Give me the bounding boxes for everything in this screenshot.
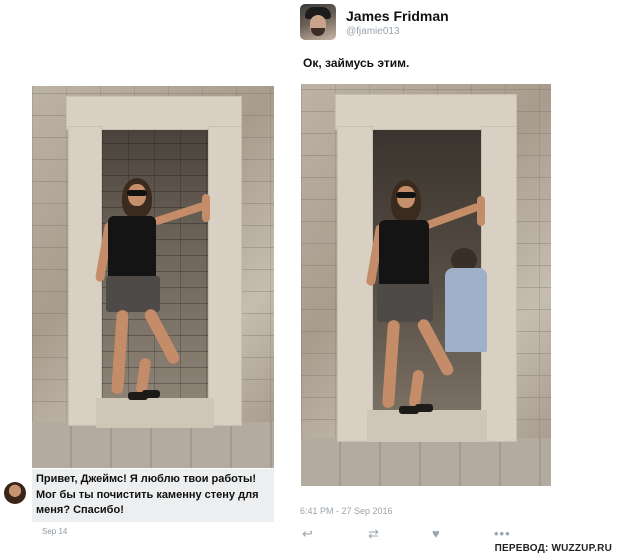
- author-handle[interactable]: @fjamie013: [346, 26, 400, 37]
- author-name[interactable]: James Fridman: [346, 8, 449, 24]
- like-icon[interactable]: ♥: [432, 527, 440, 541]
- tweet-text: Ок, займусь этим.: [303, 56, 410, 70]
- comment-bubble: Привет, Джеймс! Я люблю твои работы! Мог…: [32, 469, 274, 522]
- reply-icon[interactable]: ↩: [302, 527, 313, 541]
- more-icon[interactable]: •••: [494, 527, 511, 541]
- comment-date: Sep 14: [42, 527, 68, 536]
- commenter-avatar[interactable]: [4, 482, 26, 504]
- comment-text: Привет, Джеймс! Я люблю твои работы! Мог…: [36, 473, 259, 516]
- original-photo: [32, 86, 274, 468]
- retweet-icon[interactable]: ⇄: [368, 527, 379, 541]
- translation-credit: ПЕРЕВОД: WUZZUP.RU: [494, 543, 612, 554]
- edited-photo: [301, 84, 551, 486]
- author-avatar[interactable]: [300, 4, 336, 40]
- tweet-timestamp[interactable]: 6:41 PM - 27 Sep 2016: [300, 506, 393, 516]
